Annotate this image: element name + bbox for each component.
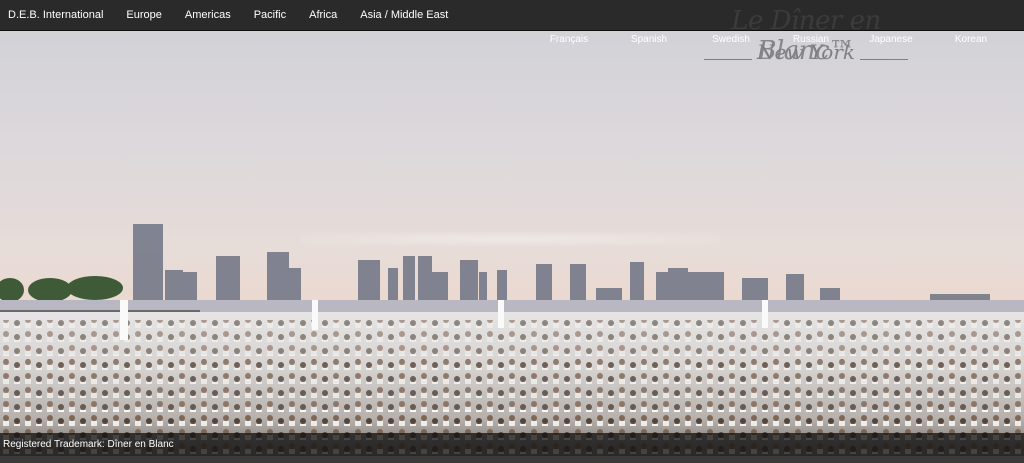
nav-americas[interactable]: Americas bbox=[185, 9, 231, 21]
nav-deb-international[interactable]: D.E.B. International bbox=[8, 9, 103, 21]
nav-pacific[interactable]: Pacific bbox=[254, 9, 286, 21]
bottom-strip bbox=[0, 456, 1024, 463]
language-tabs: Français Spanish Swedish Russian Japanes… bbox=[530, 31, 1010, 48]
lang-tab-japanese[interactable]: Japanese bbox=[852, 31, 930, 48]
nav-europe[interactable]: Europe bbox=[126, 9, 161, 21]
lang-tab-francais[interactable]: Français bbox=[530, 31, 608, 48]
lang-tab-swedish[interactable]: Swedish bbox=[692, 31, 770, 48]
trademark-text: Registered Trademark: Dîner en Blanc bbox=[3, 439, 174, 450]
nav-africa[interactable]: Africa bbox=[309, 9, 337, 21]
lang-tab-spanish[interactable]: Spanish bbox=[610, 31, 688, 48]
footer-bar: Registered Trademark: Dîner en Blanc bbox=[0, 433, 1024, 456]
lang-tab-korean[interactable]: Korean bbox=[932, 31, 1010, 48]
logo-rule-right bbox=[860, 59, 908, 60]
logo-rule-left bbox=[704, 59, 752, 60]
nav-asia-middle-east[interactable]: Asia / Middle East bbox=[360, 9, 448, 21]
lang-tab-russian[interactable]: Russian bbox=[772, 31, 850, 48]
